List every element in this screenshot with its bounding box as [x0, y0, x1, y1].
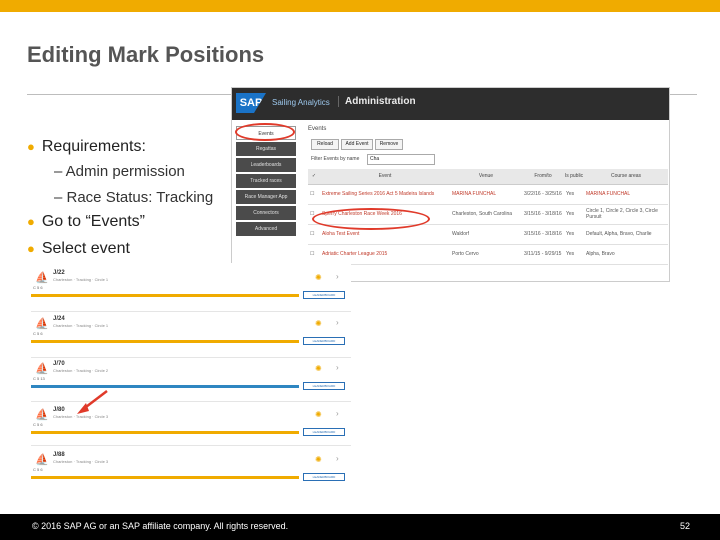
sub-bullet-admin: – Admin permission — [54, 163, 185, 180]
sap-logo-icon: SAP — [236, 93, 266, 113]
column-header[interactable]: Is public — [564, 169, 584, 185]
table-cell: 3/15/16 - 3/18/16 — [522, 204, 564, 225]
table-cell[interactable]: Adriatic Charter League 2015 — [320, 244, 450, 265]
table-cell[interactable]: Extreme Sailing Series 2016 Act 5 Madeir… — [320, 184, 450, 205]
table-cell: Porto Cervo — [450, 244, 522, 265]
nav-regattas[interactable]: Regattas — [236, 142, 296, 156]
table-header-row: ✓ Event Venue From/to Is public Course a… — [308, 169, 668, 185]
column-header[interactable]: Event — [320, 169, 450, 185]
admin-title: Administration — [338, 96, 416, 107]
admin-header: SAP Sailing Analytics Administration — [232, 88, 669, 120]
regatta-list-screenshot: ⛵ J/22 Charleston · Tracking · Circle 1 … — [31, 263, 351, 485]
page-number: 52 — [679, 521, 690, 531]
bullet-dot-icon: ● — [27, 241, 35, 256]
column-header[interactable]: Venue — [450, 169, 522, 185]
selected-event-highlight-oval — [312, 208, 430, 230]
table-cell: 3/15/16 - 3/18/16 — [522, 224, 564, 245]
table-row[interactable]: ☐ Extreme Sailing Series 2016 Act 5 Made… — [308, 184, 668, 205]
bullet-requirements: ● Requirements: — [27, 138, 146, 155]
table-cell: Alpha, Bravo — [584, 244, 668, 265]
events-highlight-oval — [235, 123, 295, 141]
pointer-arrow-icon — [77, 390, 108, 414]
nav-race-manager-app[interactable]: Race Manager App — [236, 190, 296, 204]
table-cell: Yes — [564, 204, 584, 225]
bullet-select-event: ● Select event — [27, 240, 130, 257]
nav-leaderboards[interactable]: Leaderboards — [236, 158, 296, 172]
nav-connectors[interactable]: Connectors — [236, 206, 296, 220]
app-name: Sailing Analytics — [272, 98, 330, 107]
remove-button[interactable]: Remove — [375, 139, 403, 150]
nav-tracked-races[interactable]: Tracked races — [236, 174, 296, 188]
nav-advanced[interactable]: Advanced — [236, 222, 296, 236]
admin-side-nav: Events Regattas Leaderboards Tracked rac… — [236, 126, 298, 238]
bullet-go-to-events: ● Go to “Events” — [27, 213, 146, 230]
row-checkbox[interactable]: ☐ — [308, 244, 320, 265]
table-cell: Circle 1, Circle 2, Circle 3, Circle Pur… — [584, 204, 668, 225]
copyright-text: © 2016 SAP AG or an SAP affiliate compan… — [32, 521, 289, 531]
add-event-button[interactable]: Add Event — [341, 139, 373, 150]
row-checkbox[interactable]: ☐ — [308, 184, 320, 205]
bullet-dot-icon: ● — [27, 139, 35, 154]
table-cell: 3/11/15 - 9/29/15 — [522, 244, 564, 265]
table-cell: Yes — [564, 224, 584, 245]
footer-bar: © 2016 SAP AG or an SAP affiliate compan… — [0, 514, 720, 540]
table-cell: Default, Alpha, Bravo, Charlie — [584, 224, 668, 245]
bullet-dot-icon: ● — [27, 214, 35, 229]
column-header[interactable]: ✓ — [308, 169, 320, 185]
table-cell: Charleston, South Carolina — [450, 204, 522, 225]
column-header[interactable]: Course areas — [584, 169, 668, 185]
table-cell: MARINA FUNCHAL — [584, 184, 668, 205]
table-row[interactable]: ☐ Adriatic Charter League 2015 Porto Cer… — [308, 244, 668, 265]
top-accent-bar — [0, 0, 720, 12]
table-cell: 3/22/16 - 3/25/16 — [522, 184, 564, 205]
table-cell: Yes — [564, 244, 584, 265]
table-cell: MARINA FUNCHAL — [450, 184, 522, 205]
column-header[interactable]: From/to — [522, 169, 564, 185]
reload-button[interactable]: Reload — [311, 139, 339, 150]
administration-screenshot: SAP Sailing Analytics Administration Eve… — [231, 87, 670, 282]
table-cell: Waldorf — [450, 224, 522, 245]
sub-bullet-race-status: – Race Status: Tracking — [54, 189, 214, 206]
events-section-label: Events — [308, 126, 327, 132]
filter-label: Filter Events by name — [311, 156, 360, 162]
table-cell: Yes — [564, 184, 584, 205]
row-checkbox[interactable]: ☐ — [308, 224, 320, 245]
filter-input[interactable]: Cha — [367, 154, 435, 165]
slide-title: Editing Mark Positions — [27, 42, 265, 67]
